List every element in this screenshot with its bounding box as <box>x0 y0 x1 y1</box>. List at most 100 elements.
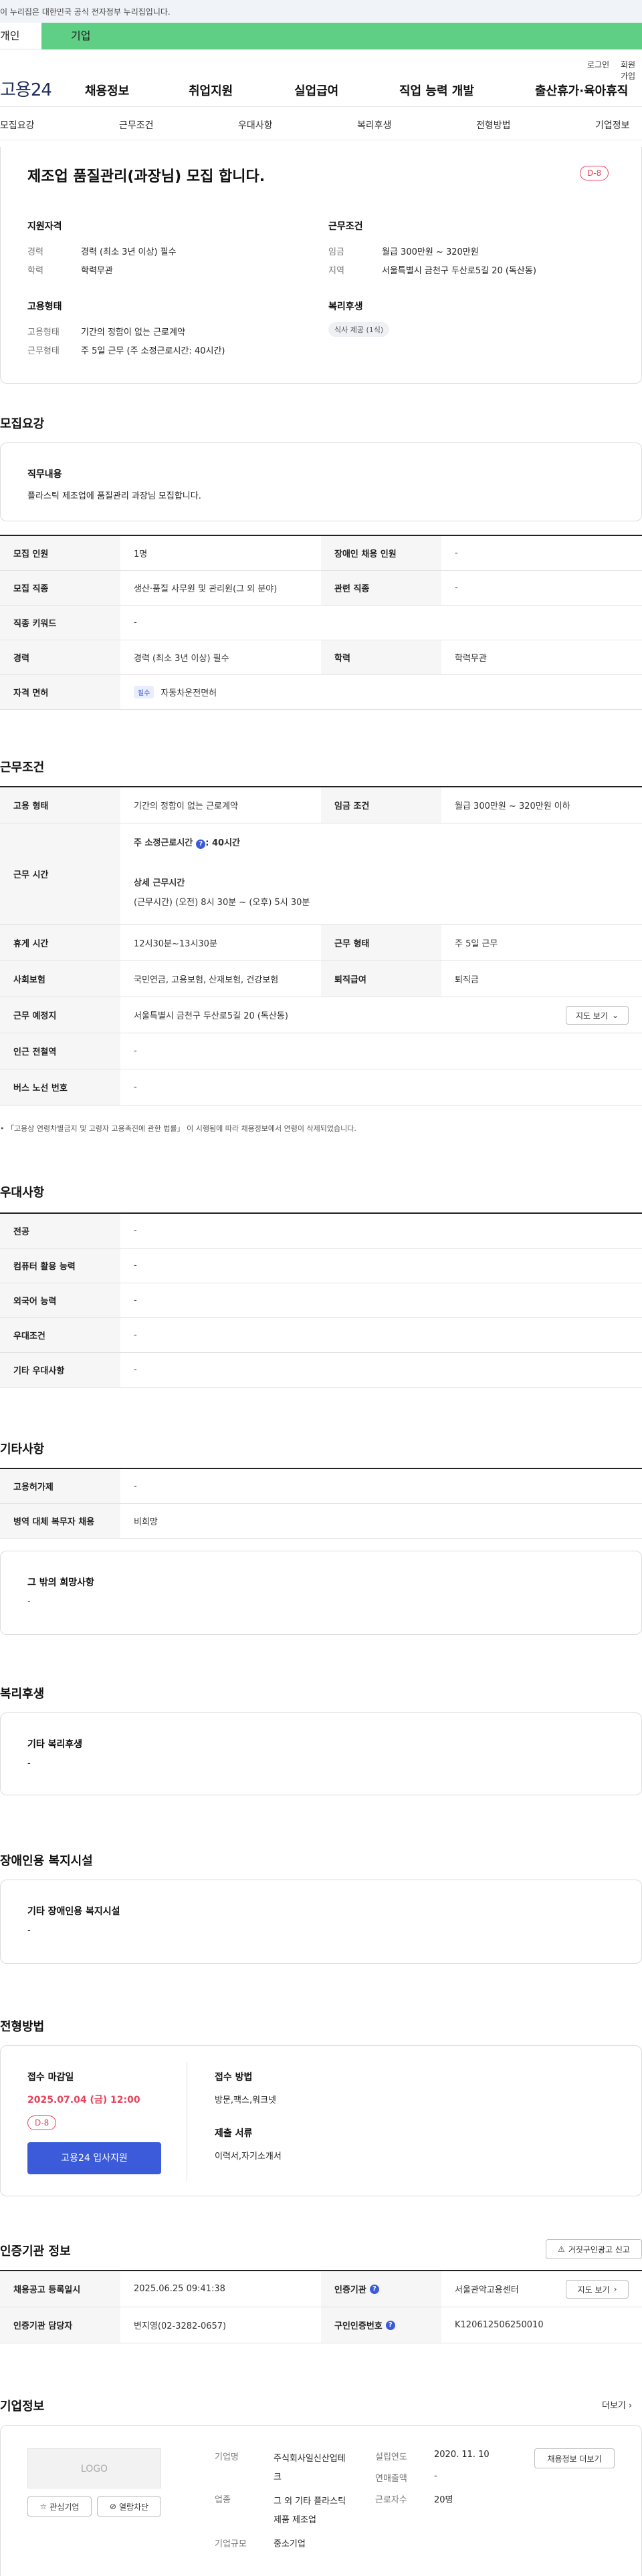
login-link[interactable]: 로그인 <box>587 59 609 70</box>
worktype-label: 근무형태 <box>27 346 60 356</box>
row-header: 학력 <box>321 640 441 674</box>
chevron-down-icon: ⌄ <box>611 1011 619 1020</box>
career-value: 경력 (최소 3년 이상) 필수 <box>81 247 177 257</box>
company-jobs-button[interactable]: 채용정보 더보기 <box>534 2448 615 2468</box>
row-value: 변지영(02-3282-0657) <box>134 2321 227 2331</box>
row-header: 근무 형태 <box>321 925 441 960</box>
global-nav: 고용24 채용정보 취업지원 실업급여 직업 능력 개발 출산휴가·육아휴직 <box>0 70 642 107</box>
block-icon: ⊘ <box>109 2502 116 2511</box>
table-row: 인증기관 담당자 변지영(02-3282-0657) 구인인증번호? K1206… <box>0 2307 642 2343</box>
employees-value: 20명 <box>434 2495 453 2505</box>
table-row: 버스 노선 번호 - <box>0 1069 642 1106</box>
gnb-item-support[interactable]: 취업지원 <box>189 82 233 99</box>
recruit-table: 모집 인원 1명 장애인 채용 인원 - 모집 직종 생산·품질 사무원 및 관… <box>0 535 642 711</box>
method-value: 방문,팩스,워크넷 <box>215 2095 276 2105</box>
gnb-item-leave[interactable]: 출산휴가·육아휴직 <box>535 82 628 99</box>
table-row: 고용 형태 기간의 정함이 없는 근로계약 임금 조건 월급 300만원 ~ 3… <box>0 787 642 823</box>
preference-heading: 우대사항 <box>0 1186 45 1200</box>
site-logo[interactable]: 고용24 <box>0 76 52 101</box>
qualification-heading: 지원자격 <box>27 221 62 232</box>
wage-label: 임금 <box>328 247 344 257</box>
row-value: 비희망 <box>134 1517 158 1527</box>
tab-business[interactable]: 기업 <box>41 23 642 49</box>
tab-individual[interactable]: 개인 <box>0 23 41 49</box>
table-row: 컴퓨터 활용 능력 - <box>0 1249 642 1283</box>
row-header: 인근 전철역 <box>0 1033 120 1069</box>
career-label: 경력 <box>27 247 43 257</box>
row-header: 외국어 능력 <box>0 1283 120 1317</box>
row-value: 국민연금, 고용보험, 산재보험, 건강보험 <box>134 975 279 985</box>
row-value: 경력 (최소 3년 이상) 필수 <box>134 654 229 664</box>
table-row: 직종 키워드 - <box>0 606 642 640</box>
subnav-company[interactable]: 기업정보 <box>595 118 630 132</box>
row-header: 직종 키워드 <box>0 606 120 640</box>
company-name-value: 주식회사일신산업테크 <box>274 2454 346 2482</box>
etc-table: 고용허가제 - 병역 대체 복무자 채용 비희망 <box>0 1468 642 1540</box>
employment-heading: 고용형태 <box>27 301 62 312</box>
row-value: - <box>134 618 137 628</box>
row-value: 2025.06.25 09:41:38 <box>134 2284 225 2294</box>
gnb-item-jobs[interactable]: 채용정보 <box>85 82 129 99</box>
preference-table: 전공 - 컴퓨터 활용 능력 - 외국어 능력 - 우대조건 - 기타 우대사항 - <box>0 1212 642 1388</box>
block-view-button[interactable]: ⊘ 열람차단 <box>97 2496 161 2517</box>
deadline-heading: 접수 마감일 <box>27 2072 74 2083</box>
subnav-preference[interactable]: 우대사항 <box>238 118 273 132</box>
row-value: - <box>134 1261 137 1271</box>
docs-value: 이력서,자기소개서 <box>215 2152 282 2162</box>
size-label: 기업규모 <box>215 2539 247 2549</box>
subnav-recruit[interactable]: 모집요강 <box>0 118 35 132</box>
job-desc-box: 직무내용 플라스틱 제조업에 품질관리 과장님 모집합니다. <box>0 442 642 521</box>
report-ad-button[interactable]: ⚠ 거짓구인광고 신고 <box>546 2239 642 2259</box>
help-icon[interactable]: ? <box>385 2320 395 2330</box>
other-wishes-box: 그 밖의 희망사항 - <box>0 1551 642 1635</box>
row-header: 모집 직종 <box>0 571 120 605</box>
company-more-link[interactable]: 더보기 › <box>602 2398 632 2411</box>
help-icon[interactable]: ? <box>196 840 206 849</box>
emptype-value: 기간의 정함이 없는 근로계약 <box>81 328 185 338</box>
welfare-chip: 식사 제공 (1식) <box>328 322 390 337</box>
recruit-heading: 모집요강 <box>0 417 45 431</box>
welfare-box: 기타 복리후생 - <box>0 1712 642 1795</box>
table-row: 사회보험 국민연금, 고용보험, 산재보험, 건강보험 퇴직급여 퇴직금 <box>0 961 642 997</box>
edu-value: 학력무관 <box>81 266 113 276</box>
table-row: 경력 경력 (최소 3년 이상) 필수 학력 학력무관 <box>0 640 642 675</box>
worktype-value: 주 5일 근무 (주 소정근로시간: 40시간) <box>81 346 225 356</box>
row-value: 서울특별시 금천구 두산로5길 20 (독산동) <box>134 1011 288 1021</box>
dday-badge: D-8 <box>580 166 609 180</box>
help-icon[interactable]: ? <box>369 2284 379 2294</box>
row-header: 전공 <box>0 1214 120 1248</box>
row-header: 휴게 시간 <box>0 925 120 960</box>
row-header: 고용허가제 <box>0 1469 120 1503</box>
cert-map-button[interactable]: 지도 보기 › <box>566 2280 629 2299</box>
table-row: 근무 예정지 서울특별시 금천구 두산로5길 20 (독산동) 지도 보기 ⌄ <box>0 997 642 1033</box>
page-root: { "gov_banner":"이 누리집은 대한민국 공식 전자정부 누리집입… <box>0 0 642 2576</box>
subnav-conditions[interactable]: 근무조건 <box>119 118 154 132</box>
subnav-screening[interactable]: 전형방법 <box>476 118 511 132</box>
gov-banner: 이 누리집은 대한민국 공식 전자정부 누리집입니다. <box>0 0 642 23</box>
favorite-company-button[interactable]: ☆ 관심기업 <box>27 2496 92 2517</box>
gnb-item-unemployment[interactable]: 실업급여 <box>294 82 338 99</box>
welfare-box-heading: 기타 복리후생 <box>27 1739 83 1750</box>
wage-value: 월급 300만원 ~ 320만원 <box>382 247 479 257</box>
gnb-item-training[interactable]: 직업 능력 개발 <box>399 82 474 99</box>
row-header: 버스 노선 번호 <box>0 1069 120 1105</box>
subnav-welfare[interactable]: 복리후생 <box>357 118 392 132</box>
row-header: 임금 조건 <box>321 787 441 823</box>
row-header: 채용공고 등록일시 <box>0 2271 120 2307</box>
map-button[interactable]: 지도 보기 ⌄ <box>566 1006 629 1025</box>
company-logo: LOGO <box>27 2448 161 2488</box>
row-value: 기간의 정함이 없는 근로계약 <box>134 801 238 811</box>
edu-label: 학력 <box>27 266 43 276</box>
row-header: 기타 우대사항 <box>0 1353 120 1387</box>
row-value: 서울관악고용센터 <box>455 2285 519 2295</box>
row-value: 주 5일 근무 <box>455 939 498 949</box>
employees-label: 근로자수 <box>375 2495 407 2505</box>
conditions-heading: 근무조건 <box>328 221 363 232</box>
apply-button[interactable]: 고용24 입사지원 <box>27 2142 161 2174</box>
table-row: 모집 인원 1명 장애인 채용 인원 - <box>0 536 642 571</box>
row-header: 경력 <box>0 640 120 674</box>
utility-bar: 로그인 회원가입 <box>0 49 642 81</box>
weekly-hours: 주 소정근로시간?: 40시간 <box>134 838 240 849</box>
row-value: 퇴직금 <box>455 975 479 985</box>
table-row: 고용허가제 - <box>0 1469 642 1504</box>
